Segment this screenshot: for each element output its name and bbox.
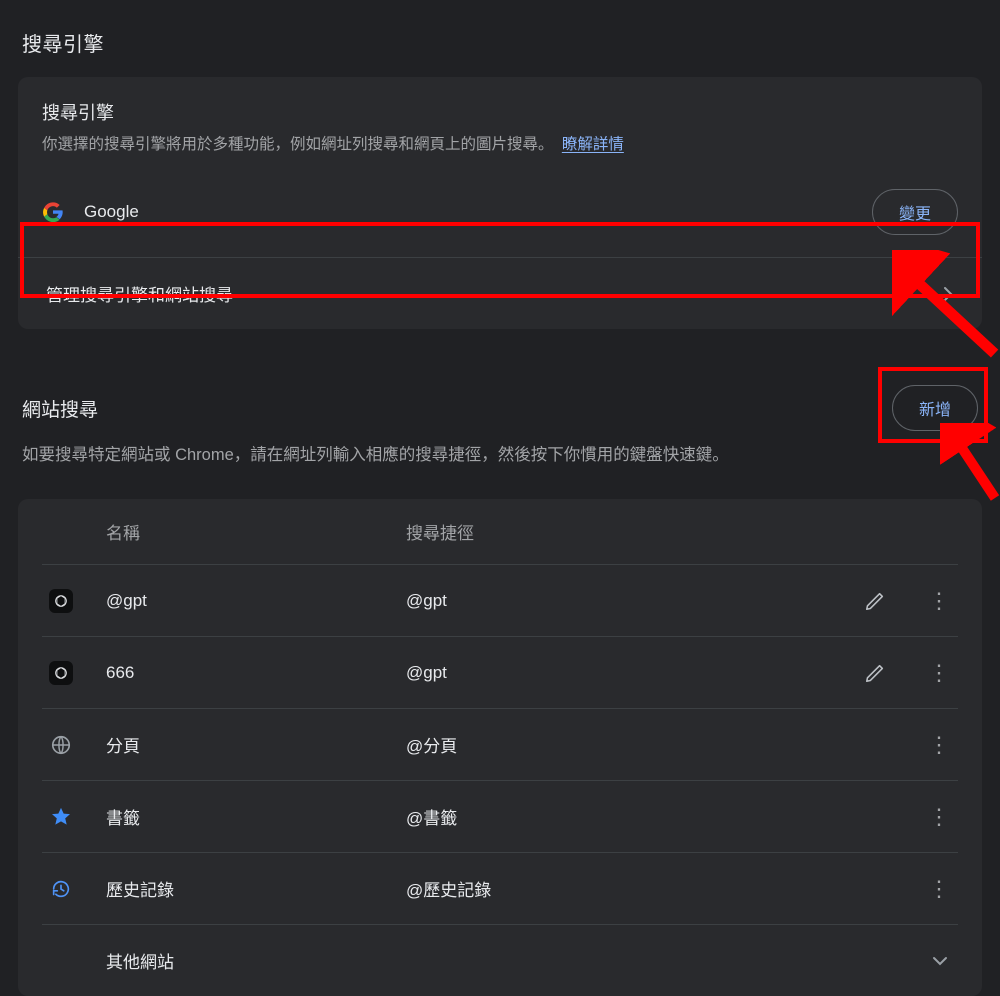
table-row: @gpt @gpt ⋮ xyxy=(42,564,958,636)
row-shortcut: @gpt xyxy=(406,663,864,683)
annotation-arrow-add xyxy=(940,423,1000,503)
settings-search-engine-page: 搜尋引擎 搜尋引擎 你選擇的搜尋引擎將用於多種功能，例如網址列搜尋和網頁上的圖片… xyxy=(0,0,1000,996)
site-search-table: 名稱 搜尋捷徑 @gpt @gpt ⋮ xyxy=(18,499,982,996)
history-icon xyxy=(48,876,74,902)
openai-icon xyxy=(48,660,74,686)
table-row: 歷史記錄 @歷史記錄 ⋮ xyxy=(42,852,958,924)
row-name: @gpt xyxy=(106,591,406,611)
openai-icon xyxy=(48,588,74,614)
star-icon xyxy=(48,804,74,830)
row-name: 書籤 xyxy=(106,804,406,829)
row-shortcut: @分頁 xyxy=(406,732,928,757)
edit-icon[interactable] xyxy=(864,590,886,612)
chevron-down-icon xyxy=(932,953,948,969)
card-desc-text: 你選擇的搜尋引擎將用於多種功能，例如網址列搜尋和網頁上的圖片搜尋。 xyxy=(42,136,554,153)
table-row: 666 @gpt ⋮ xyxy=(42,636,958,708)
row-shortcut: @gpt xyxy=(406,591,864,611)
more-icon[interactable]: ⋮ xyxy=(928,590,950,612)
row-name: 歷史記錄 xyxy=(106,876,406,901)
current-engine-name: Google xyxy=(84,202,872,222)
edit-icon[interactable] xyxy=(864,662,886,684)
row-shortcut: @書籤 xyxy=(406,804,928,829)
search-engine-card: 搜尋引擎 你選擇的搜尋引擎將用於多種功能，例如網址列搜尋和網頁上的圖片搜尋。 瞭… xyxy=(18,77,982,329)
table-row: 分頁 @分頁 ⋮ xyxy=(42,708,958,780)
annotation-arrow-manage xyxy=(892,250,1000,360)
globe-icon xyxy=(48,732,74,758)
card-title: 搜尋引擎 xyxy=(42,99,958,125)
card-description: 你選擇的搜尋引擎將用於多種功能，例如網址列搜尋和網頁上的圖片搜尋。 瞭解詳情 xyxy=(42,133,958,157)
manage-label: 管理搜尋引擎和網站搜尋 xyxy=(46,281,944,306)
row-name: 分頁 xyxy=(106,732,406,757)
more-icon[interactable]: ⋮ xyxy=(928,878,950,900)
table-header: 名稱 搜尋捷徑 xyxy=(42,499,958,564)
more-icon[interactable]: ⋮ xyxy=(928,806,950,828)
other-sites-label: 其他網站 xyxy=(106,948,174,973)
table-row: 書籤 @書籤 ⋮ xyxy=(42,780,958,852)
more-icon[interactable]: ⋮ xyxy=(928,734,950,756)
row-shortcut: @歷史記錄 xyxy=(406,876,928,901)
site-search-desc: 如要搜尋特定網站或 Chrome，請在網址列輸入相應的搜尋捷徑，然後按下你慣用的… xyxy=(0,441,1000,473)
google-icon xyxy=(42,201,64,223)
other-sites-row[interactable]: 其他網站 xyxy=(42,924,958,996)
more-icon[interactable]: ⋮ xyxy=(928,662,950,684)
manage-search-engines-row[interactable]: 管理搜尋引擎和網站搜尋 xyxy=(18,257,982,329)
site-search-header: 網站搜尋 新增 xyxy=(22,385,978,431)
column-name: 名稱 xyxy=(106,519,406,544)
current-search-engine-row: Google 變更 xyxy=(42,157,958,257)
page-title: 搜尋引擎 xyxy=(0,18,1000,69)
change-button[interactable]: 變更 xyxy=(872,189,958,235)
learn-more-link[interactable]: 瞭解詳情 xyxy=(562,136,624,153)
site-search-title: 網站搜尋 xyxy=(22,395,98,422)
row-name: 666 xyxy=(106,663,406,683)
column-shortcut: 搜尋捷徑 xyxy=(406,519,952,544)
